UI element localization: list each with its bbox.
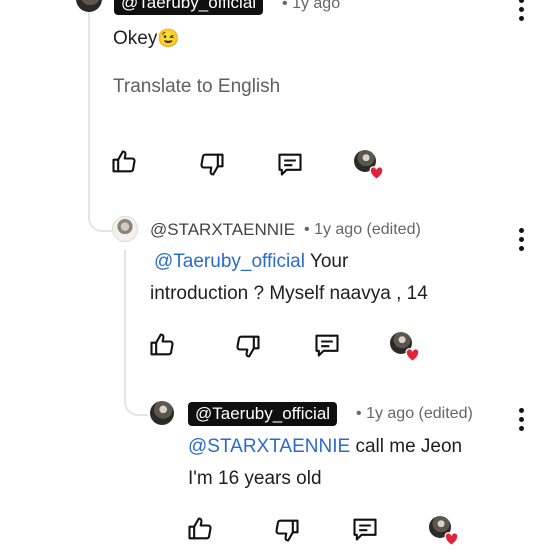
separator-dot: • <box>282 0 288 12</box>
thumbs-up-icon[interactable] <box>110 148 138 176</box>
reply-author-handle[interactable]: @Taeruby_official <box>188 402 338 426</box>
reply-timestamp: 1y ago (edited) <box>366 405 473 422</box>
reply-text-line1: @Taeruby_official Your <box>154 251 349 272</box>
comment-text: Okey😉 <box>113 28 180 49</box>
thumbs-down-icon[interactable] <box>198 150 226 178</box>
translate-link[interactable]: Translate to English <box>113 76 280 98</box>
reply-icon[interactable] <box>351 515 379 543</box>
mention-link[interactable]: @Taeruby_official <box>154 251 305 272</box>
comment-timestamp: 1y ago <box>292 0 341 12</box>
reply-text-line2: I'm 16 years old <box>188 468 322 489</box>
reply-icon[interactable] <box>313 331 341 359</box>
creator-heart-icon <box>429 516 459 546</box>
comment-author-handle[interactable]: @Taeruby_official <box>114 0 264 15</box>
mention-link[interactable]: @STARXTAENNIE <box>188 436 350 457</box>
thread-line-main <box>88 0 90 200</box>
wink-emoji: 😉 <box>157 28 180 48</box>
thumbs-up-icon[interactable] <box>148 331 176 359</box>
thread-connector-reply2 <box>124 392 148 416</box>
thumbs-up-icon[interactable] <box>186 515 214 543</box>
separator-dot: • <box>304 221 310 238</box>
thumbs-down-icon[interactable] <box>273 516 301 544</box>
reply-meta: • 1y ago (edited) <box>304 219 421 241</box>
reply-timestamp: 1y ago (edited) <box>314 221 421 238</box>
reply-meta: • 1y ago (edited) <box>356 403 473 425</box>
avatar[interactable] <box>112 216 138 242</box>
more-options-icon[interactable] <box>519 0 525 25</box>
avatar[interactable] <box>150 401 174 425</box>
thread-line-reply <box>124 250 126 400</box>
creator-heart-icon <box>390 332 420 362</box>
reply-author-handle[interactable]: @STARXTAENNIE <box>150 219 295 241</box>
avatar[interactable] <box>76 0 102 12</box>
thumbs-down-icon[interactable] <box>234 332 262 360</box>
more-options-icon[interactable] <box>519 228 525 255</box>
creator-heart-icon <box>354 150 384 180</box>
reply-text-line2: introduction ? Myself naavya , 14 <box>150 283 428 304</box>
reply-text-line1: @STARXTAENNIE call me Jeon <box>188 436 463 457</box>
more-options-icon[interactable] <box>519 408 525 435</box>
comment-time: • 1y ago <box>282 0 340 15</box>
reply-icon[interactable] <box>276 150 304 178</box>
separator-dot: • <box>356 405 362 422</box>
thread-connector-reply1 <box>88 190 112 232</box>
